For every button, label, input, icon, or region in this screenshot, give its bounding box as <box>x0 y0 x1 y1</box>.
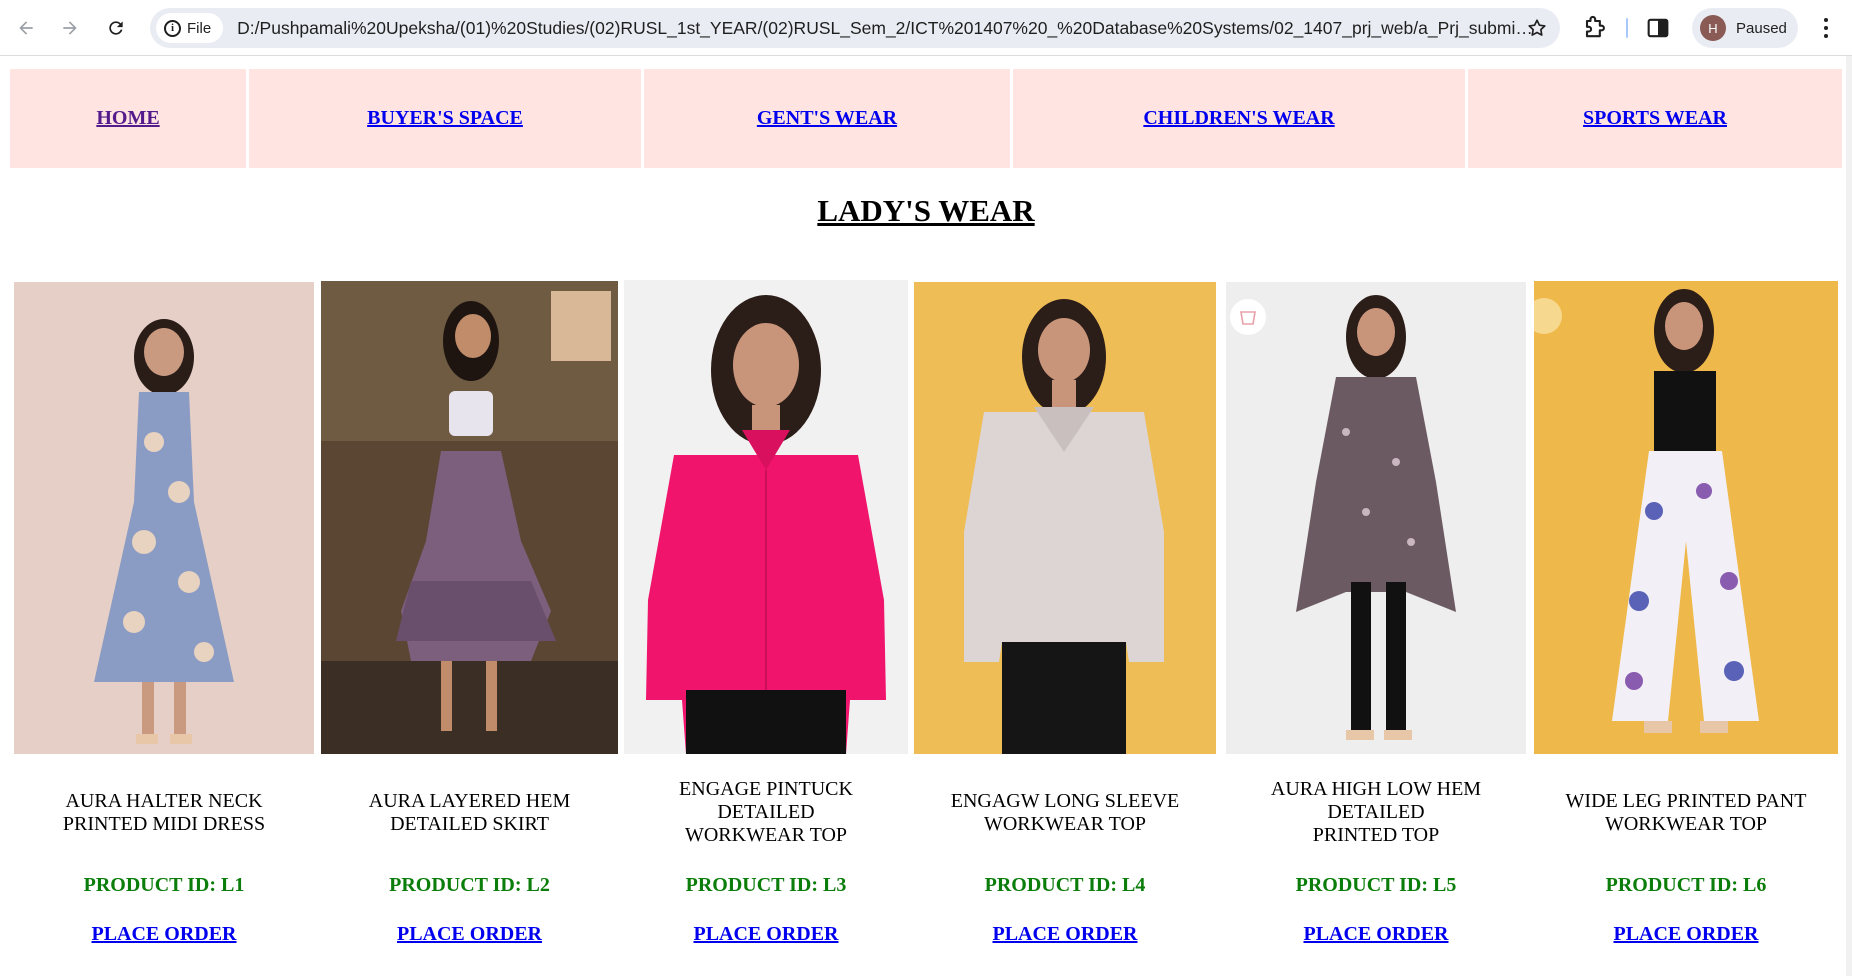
place-order-link[interactable]: PLACE ORDER <box>397 923 542 945</box>
avatar: H <box>1700 15 1726 41</box>
nav-link-gents-wear[interactable]: GENT'S WEAR <box>757 107 897 130</box>
product-id: PRODUCT ID: L1 <box>83 874 245 896</box>
page-title: LADY'S WEAR <box>817 193 1035 228</box>
nav-link-buyers-space[interactable]: BUYER'S SPACE <box>367 107 523 130</box>
address-bar[interactable]: i File D:/Pushpamali%20Upeksha/(01)%20St… <box>150 8 1560 48</box>
extensions-puzzle-icon[interactable] <box>1580 14 1608 42</box>
product-image[interactable] <box>1534 281 1838 754</box>
product-image[interactable] <box>321 281 618 754</box>
place-order-link[interactable]: PLACE ORDER <box>992 923 1137 945</box>
file-label: File <box>187 19 212 37</box>
info-icon: i <box>164 19 181 37</box>
browser-menu-button[interactable] <box>1812 14 1840 42</box>
product-name: AURA HALTER NECK PRINTED MIDI DRESS <box>62 790 266 835</box>
product-card: AURA LAYERED HEM DETAILED SKIRT PRODUCT … <box>321 280 618 960</box>
nav-cell-home: HOME <box>10 69 246 168</box>
product-card: AURA HALTER NECK PRINTED MIDI DRESS PROD… <box>14 280 314 960</box>
nav-link-home[interactable]: HOME <box>96 107 159 130</box>
product-card: ENGAGE PINTUCK DETAILED WORKWEAR TOP PRO… <box>624 280 908 960</box>
product-grid: AURA HALTER NECK PRINTED MIDI DRESS PROD… <box>14 280 1840 960</box>
product-image[interactable] <box>1226 282 1526 754</box>
product-id: PRODUCT ID: L6 <box>1605 874 1767 896</box>
arrow-right-icon <box>63 21 77 35</box>
nav-link-sports-wear[interactable]: SPORTS WEAR <box>1583 107 1727 130</box>
product-name: ENGAGW LONG SLEEVE WORKWEAR TOP <box>950 790 1180 835</box>
product-image[interactable] <box>14 282 314 754</box>
profile-button[interactable]: H Paused <box>1692 8 1798 48</box>
place-order-cell: PLACE ORDER <box>14 923 314 946</box>
place-order-link[interactable]: PLACE ORDER <box>1613 923 1758 945</box>
site-info-chip[interactable]: i File <box>156 13 224 43</box>
profile-status: Paused <box>1736 19 1787 37</box>
browser-toolbar: i File D:/Pushpamali%20Upeksha/(01)%20St… <box>0 0 1852 56</box>
product-card: ENGAGW LONG SLEEVE WORKWEAR TOP PRODUCT … <box>914 280 1216 960</box>
place-order-link[interactable]: PLACE ORDER <box>1303 923 1448 945</box>
place-order-cell: PLACE ORDER <box>1226 923 1526 946</box>
product-name: ENGAGE PINTUCK DETAILED WORKWEAR TOP <box>679 778 853 846</box>
back-button[interactable] <box>10 12 42 44</box>
side-panel-icon[interactable] <box>1644 14 1672 42</box>
scrollbar[interactable] <box>1846 56 1852 976</box>
product-image[interactable] <box>624 280 908 754</box>
reload-button[interactable] <box>100 12 132 44</box>
product-id: PRODUCT ID: L5 <box>1295 874 1457 896</box>
nav-cell-gents-wear: GENT'S WEAR <box>644 69 1010 168</box>
bookmark-star-icon[interactable] <box>1526 17 1548 39</box>
product-card: AURA HIGH LOW HEM DETAILED PRINTED TOP P… <box>1226 280 1526 960</box>
nav-link-childrens-wear[interactable]: CHILDREN'S WEAR <box>1143 107 1334 130</box>
product-id: PRODUCT ID: L3 <box>685 874 847 896</box>
nav-cell-childrens-wear: CHILDREN'S WEAR <box>1013 69 1465 168</box>
product-id: PRODUCT ID: L2 <box>389 874 550 896</box>
nav-cell-sports-wear: SPORTS WEAR <box>1468 69 1842 168</box>
product-card: WIDE LEG PRINTED PANT WORKWEAR TOP PRODU… <box>1534 280 1838 960</box>
place-order-link[interactable]: PLACE ORDER <box>91 923 236 945</box>
place-order-cell: PLACE ORDER <box>914 923 1216 946</box>
forward-button[interactable] <box>54 12 86 44</box>
place-order-cell: PLACE ORDER <box>1534 923 1838 946</box>
product-name: WIDE LEG PRINTED PANT WORKWEAR TOP <box>1565 790 1807 835</box>
place-order-cell: PLACE ORDER <box>624 923 908 946</box>
site-nav: HOME BUYER'S SPACE GENT'S WEAR CHILDREN'… <box>10 69 1842 168</box>
place-order-link[interactable]: PLACE ORDER <box>693 923 838 945</box>
product-name: AURA LAYERED HEM DETAILED SKIRT <box>368 790 571 835</box>
product-image[interactable] <box>914 282 1216 754</box>
nav-cell-buyers-space: BUYER'S SPACE <box>249 69 641 168</box>
url-text[interactable]: D:/Pushpamali%20Upeksha/(01)%20Studies/(… <box>237 18 1537 39</box>
product-id: PRODUCT ID: L4 <box>984 874 1146 896</box>
toolbar-separator <box>1626 18 1628 38</box>
arrow-left-icon <box>19 21 33 35</box>
place-order-cell: PLACE ORDER <box>321 923 618 946</box>
reload-icon <box>109 21 123 35</box>
product-name: AURA HIGH LOW HEM DETAILED PRINTED TOP <box>1270 778 1482 846</box>
